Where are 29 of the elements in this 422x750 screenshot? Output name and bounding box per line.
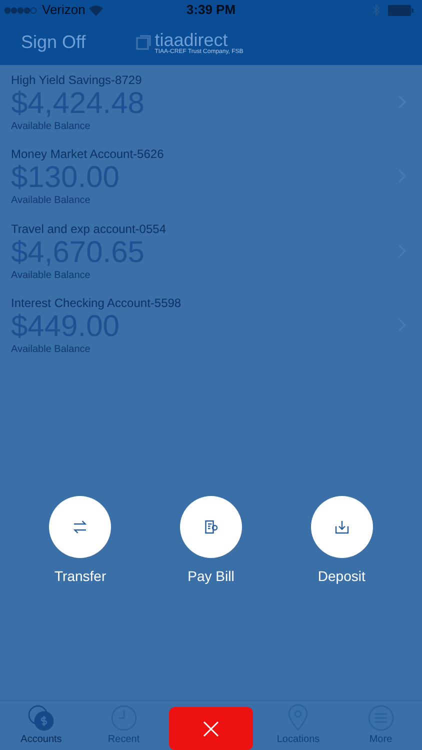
action-label: Deposit <box>318 567 366 586</box>
balance-caption: Available Balance <box>11 196 92 206</box>
wifi-icon <box>89 4 104 16</box>
logo-text: tiaadirect <box>154 30 228 48</box>
action-label: Pay Bill <box>188 567 234 586</box>
action-button[interactable]: Deposit <box>292 496 392 587</box>
balance-caption: Available Balance <box>11 122 92 132</box>
carrier-name: Verizon <box>42 1 86 20</box>
logo-icon <box>136 35 151 50</box>
close-button[interactable] <box>169 707 253 750</box>
account-name: Travel and exp account-0554 <box>11 222 167 235</box>
balance-caption: Available Balance <box>11 270 92 281</box>
clock-time: 3:39 PM <box>185 1 237 20</box>
account-name: Interest Checking Account-5598 <box>11 297 182 310</box>
download-icon <box>332 518 351 536</box>
signal-icon <box>4 6 38 14</box>
account-name: High Yield Savings-8729 <box>11 74 143 86</box>
battery-icon <box>388 4 414 16</box>
account-name: Money Market Account-5626 <box>11 148 165 160</box>
sign-off-button[interactable]: Sign Off <box>21 29 86 56</box>
bluetooth-icon <box>373 4 380 16</box>
dollar-coin-icon <box>27 704 56 732</box>
close-icon <box>203 720 219 736</box>
action-label: Transfer <box>54 567 106 586</box>
action-button[interactable]: Transfer <box>30 496 130 587</box>
balance-caption: Available Balance <box>11 345 92 356</box>
swap-arrows-icon <box>71 518 90 536</box>
action-button[interactable]: Pay Bill <box>160 496 261 587</box>
tab-item[interactable]: Accounts <box>0 704 82 747</box>
